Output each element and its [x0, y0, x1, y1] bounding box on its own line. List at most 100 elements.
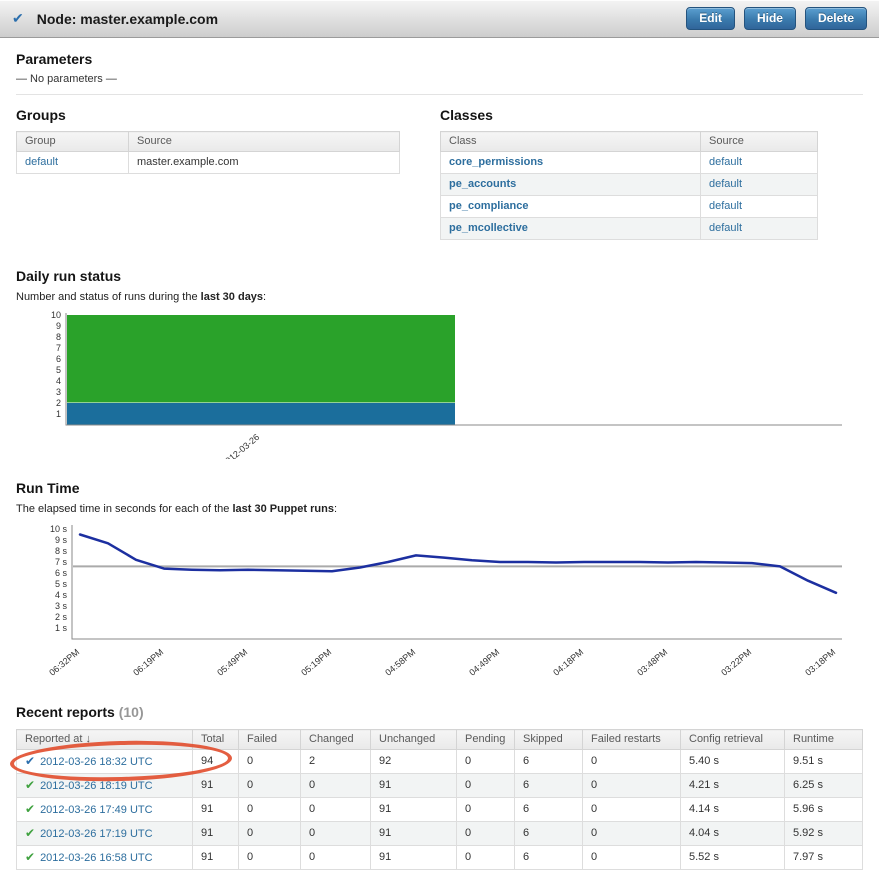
classes-col-source: Source	[700, 131, 818, 152]
svg-text:2: 2	[56, 398, 61, 408]
report-failed-restarts: 0	[582, 821, 681, 846]
report-total: 91	[192, 797, 239, 822]
report-runtime: 5.96 s	[784, 797, 863, 822]
report-failed: 0	[238, 773, 301, 798]
group-link[interactable]: default	[25, 156, 58, 168]
edit-button[interactable]: Edit	[686, 7, 735, 30]
class-source-link[interactable]: default	[709, 200, 742, 212]
class-link[interactable]: core_permissions	[449, 156, 543, 168]
reports-col-pending[interactable]: Pending	[456, 729, 515, 750]
class-link[interactable]: pe_accounts	[449, 178, 516, 190]
svg-text:5 s: 5 s	[55, 579, 68, 589]
reports-col-failed[interactable]: Failed	[238, 729, 301, 750]
svg-text:04:58PM: 04:58PM	[383, 647, 417, 678]
report-failed-restarts: 0	[582, 773, 681, 798]
reports-col-changed[interactable]: Changed	[300, 729, 371, 750]
groups-col-source: Source	[128, 131, 400, 152]
reports-col-unchanged[interactable]: Unchanged	[370, 729, 457, 750]
report-failed: 0	[238, 821, 301, 846]
hide-button[interactable]: Hide	[743, 7, 796, 30]
report-failed-restarts: 0	[582, 845, 681, 870]
caption-text: Number and status of runs during the	[16, 291, 201, 303]
svg-text:10: 10	[51, 310, 61, 320]
class-source-link[interactable]: default	[709, 222, 742, 234]
svg-text:1 s: 1 s	[55, 623, 68, 633]
daily-run-status-caption: Number and status of runs during the las…	[16, 291, 863, 303]
sort-descending-icon: ↓	[85, 733, 91, 745]
daily-run-status-heading: Daily run status	[16, 268, 122, 284]
column-label: Reported at	[25, 733, 83, 745]
svg-text:06:19PM: 06:19PM	[131, 647, 165, 678]
class-link[interactable]: pe_compliance	[449, 200, 528, 212]
report-skipped: 6	[514, 845, 583, 870]
delete-button[interactable]: Delete	[804, 7, 867, 30]
report-row: ✔ 2012-03-26 16:58 UTC 91 0 0 91 0 6 0 5.…	[16, 845, 863, 870]
report-link[interactable]: 2012-03-26 18:19 UTC	[40, 780, 153, 792]
class-source-link[interactable]: default	[709, 156, 742, 168]
svg-text:8 s: 8 s	[55, 546, 68, 556]
table-row: core_permissions default	[440, 151, 818, 174]
table-row: pe_mcollective default	[440, 217, 818, 240]
report-skipped: 6	[514, 749, 583, 774]
reports-col-config-retrieval[interactable]: Config retrieval	[680, 729, 785, 750]
report-pending: 0	[456, 749, 515, 774]
report-pending: 0	[456, 773, 515, 798]
report-skipped: 6	[514, 821, 583, 846]
svg-text:7 s: 7 s	[55, 557, 68, 567]
report-row: ✔ 2012-03-26 18:19 UTC 91 0 0 91 0 6 0 4.…	[16, 773, 863, 798]
reports-col-total[interactable]: Total	[192, 729, 239, 750]
run-time-caption: The elapsed time in seconds for each of …	[16, 503, 863, 515]
report-success-check-icon: ✔	[25, 850, 36, 864]
group-source: master.example.com	[128, 151, 400, 174]
reports-col-failed-restarts[interactable]: Failed restarts	[582, 729, 681, 750]
report-success-check-icon: ✔	[25, 826, 36, 840]
report-changed-check-icon: ✔	[25, 754, 36, 768]
report-config-retrieval: 5.52 s	[680, 845, 785, 870]
class-link[interactable]: pe_mcollective	[449, 222, 528, 234]
report-skipped: 6	[514, 797, 583, 822]
groups-table: Group Source default master.example.com	[16, 131, 400, 174]
svg-text:2012-03-26: 2012-03-26	[220, 432, 262, 459]
report-unchanged: 91	[370, 845, 457, 870]
svg-text:05:19PM: 05:19PM	[299, 647, 333, 678]
report-unchanged: 91	[370, 797, 457, 822]
report-link[interactable]: 2012-03-26 16:58 UTC	[40, 852, 153, 864]
node-header-bar: ✔ Node: master.example.com Edit Hide Del…	[0, 0, 879, 38]
classes-heading: Classes	[440, 107, 493, 123]
class-source-link[interactable]: default	[709, 178, 742, 190]
report-unchanged: 91	[370, 821, 457, 846]
report-unchanged: 92	[370, 749, 457, 774]
report-success-check-icon: ✔	[25, 778, 36, 792]
node-status-check-icon: ✔	[12, 10, 24, 26]
svg-text:1: 1	[56, 409, 61, 419]
daily-run-status-chart: 1 2 3 4 5 6 7 8 9 10 2012-03-26	[16, 309, 863, 469]
caption-bold-text: last 30 Puppet runs	[232, 503, 334, 515]
report-link[interactable]: 2012-03-26 17:19 UTC	[40, 828, 153, 840]
svg-text:03:18PM: 03:18PM	[803, 647, 837, 678]
report-row: ✔ 2012-03-26 17:19 UTC 91 0 0 91 0 6 0 4.…	[16, 821, 863, 846]
report-changed: 0	[300, 773, 371, 798]
report-unchanged: 91	[370, 773, 457, 798]
report-failed: 0	[238, 845, 301, 870]
groups-heading: Groups	[16, 107, 66, 123]
caption-bold-text: last 30 days	[200, 291, 264, 303]
svg-text:3 s: 3 s	[55, 601, 68, 611]
report-runtime: 7.97 s	[784, 845, 863, 870]
reports-col-runtime[interactable]: Runtime	[784, 729, 863, 750]
table-row: pe_accounts default	[440, 173, 818, 196]
report-runtime: 5.92 s	[784, 821, 863, 846]
report-link[interactable]: 2012-03-26 18:32 UTC	[40, 756, 153, 768]
report-failed-restarts: 0	[582, 749, 681, 774]
reports-col-reported-at[interactable]: Reported at ↓	[16, 729, 193, 750]
classes-col-class: Class	[440, 131, 701, 152]
svg-text:8: 8	[56, 332, 61, 342]
reports-col-skipped[interactable]: Skipped	[514, 729, 583, 750]
svg-text:9 s: 9 s	[55, 535, 68, 545]
report-failed: 0	[238, 797, 301, 822]
svg-text:05:49PM: 05:49PM	[215, 647, 249, 678]
report-link[interactable]: 2012-03-26 17:49 UTC	[40, 804, 153, 816]
parameters-heading: Parameters	[16, 51, 93, 67]
svg-text:6: 6	[56, 354, 61, 364]
report-row: ✔ 2012-03-26 18:32 UTC 94 0 2 92 0 6 0 5.…	[16, 749, 863, 774]
run-time-chart: 1 s2 s3 s4 s5 s6 s7 s8 s9 s 10 s 06:32PM 06…	[16, 521, 863, 690]
